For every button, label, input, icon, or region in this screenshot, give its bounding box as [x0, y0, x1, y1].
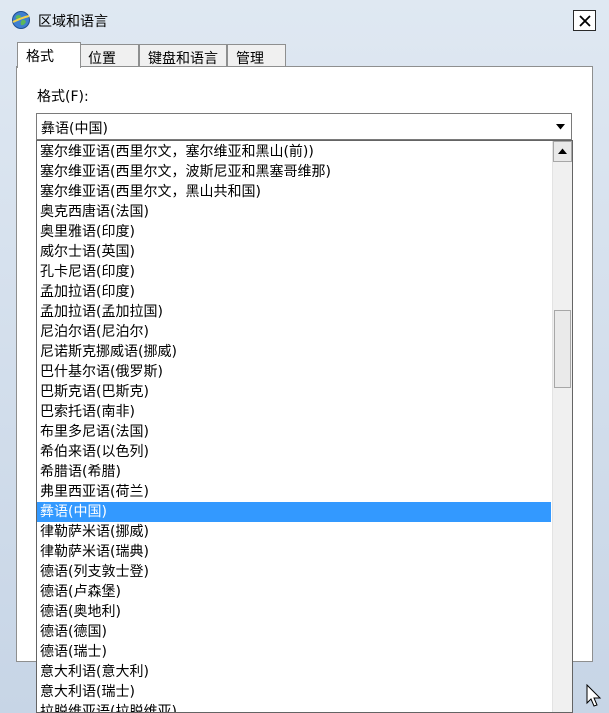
- dropdown-item[interactable]: 律勒萨米语(挪威): [37, 522, 551, 542]
- region-language-window: 区域和语言 格式 位置 键盘和语言 管理 格式(F): 彝语(中国) 塞尔维亚语…: [0, 0, 609, 713]
- dropdown-item[interactable]: 拉脱维亚语(拉脱维亚): [37, 702, 551, 712]
- dropdown-item[interactable]: 德语(德国): [37, 622, 551, 642]
- dropdown-item[interactable]: 孟加拉语(印度): [37, 282, 551, 302]
- format-dropdown-list[interactable]: 塞尔维亚语(西里尔文，塞尔维亚和黑山(前)) 塞尔维亚语(西里尔文，波斯尼亚和黑塞…: [36, 140, 573, 713]
- tab-location[interactable]: 位置: [79, 44, 139, 67]
- mouse-cursor-icon: [586, 684, 602, 707]
- dropdown-item[interactable]: 巴斯克语(巴斯克): [37, 382, 551, 402]
- format-label: 格式(F):: [37, 89, 89, 105]
- list-scrollbar[interactable]: [552, 141, 572, 712]
- tab-administrative[interactable]: 管理: [227, 44, 286, 67]
- dropdown-item[interactable]: 希腊语(希腊): [37, 462, 551, 482]
- dropdown-item[interactable]: 塞尔维亚语(西里尔文，塞尔维亚和黑山(前)): [37, 142, 551, 162]
- tab-label: 格式: [26, 49, 54, 65]
- chevron-up-icon: [558, 148, 567, 154]
- format-combobox[interactable]: 彝语(中国): [36, 113, 572, 140]
- dropdown-item[interactable]: 德语(奥地利): [37, 602, 551, 622]
- window-title: 区域和语言: [38, 14, 108, 30]
- close-icon: [579, 15, 591, 27]
- dropdown-item[interactable]: 意大利语(瑞士): [37, 682, 551, 702]
- dropdown-item[interactable]: 巴什基尔语(俄罗斯): [37, 362, 551, 382]
- dropdown-item[interactable]: 德语(卢森堡): [37, 582, 551, 602]
- dropdown-item[interactable]: 德语(瑞士): [37, 642, 551, 662]
- dropdown-item[interactable]: 塞尔维亚语(西里尔文，黑山共和国): [37, 182, 551, 202]
- dropdown-item[interactable]: 尼泊尔语(尼泊尔): [37, 322, 551, 342]
- tab-label: 管理: [236, 51, 264, 67]
- scroll-up-button[interactable]: [553, 141, 572, 162]
- chevron-down-icon[interactable]: [556, 124, 565, 130]
- dropdown-item[interactable]: 奥里雅语(印度): [37, 222, 551, 242]
- dropdown-item[interactable]: 彝语(中国): [37, 502, 551, 522]
- tab-label: 键盘和语言: [148, 51, 218, 67]
- dropdown-item[interactable]: 奥克西唐语(法国): [37, 202, 551, 222]
- scroll-thumb[interactable]: [554, 310, 571, 388]
- format-selected-value: 彝语(中国): [41, 121, 108, 137]
- tab-label: 位置: [88, 51, 116, 67]
- dropdown-item[interactable]: 巴索托语(南非): [37, 402, 551, 422]
- dropdown-item[interactable]: 律勒萨米语(瑞典): [37, 542, 551, 562]
- globe-icon: [11, 10, 31, 30]
- dropdown-item[interactable]: 孟加拉语(孟加拉国): [37, 302, 551, 322]
- title-bar[interactable]: 区域和语言: [0, 0, 609, 36]
- tab-format[interactable]: 格式: [17, 42, 81, 68]
- dropdown-item[interactable]: 弗里西亚语(荷兰): [37, 482, 551, 502]
- dropdown-item[interactable]: 希伯来语(以色列): [37, 442, 551, 462]
- dropdown-item[interactable]: 尼诺斯克挪威语(挪威): [37, 342, 551, 362]
- dropdown-item[interactable]: 孔卡尼语(印度): [37, 262, 551, 282]
- close-button[interactable]: [573, 10, 596, 31]
- dropdown-item[interactable]: 布里多尼语(法国): [37, 422, 551, 442]
- tab-keyboards-languages[interactable]: 键盘和语言: [139, 44, 227, 67]
- dropdown-item[interactable]: 塞尔维亚语(西里尔文，波斯尼亚和黑塞哥维那): [37, 162, 551, 182]
- dropdown-item[interactable]: 德语(列支敦士登): [37, 562, 551, 582]
- dropdown-item[interactable]: 意大利语(意大利): [37, 662, 551, 682]
- dropdown-item[interactable]: 威尔士语(英国): [37, 242, 551, 262]
